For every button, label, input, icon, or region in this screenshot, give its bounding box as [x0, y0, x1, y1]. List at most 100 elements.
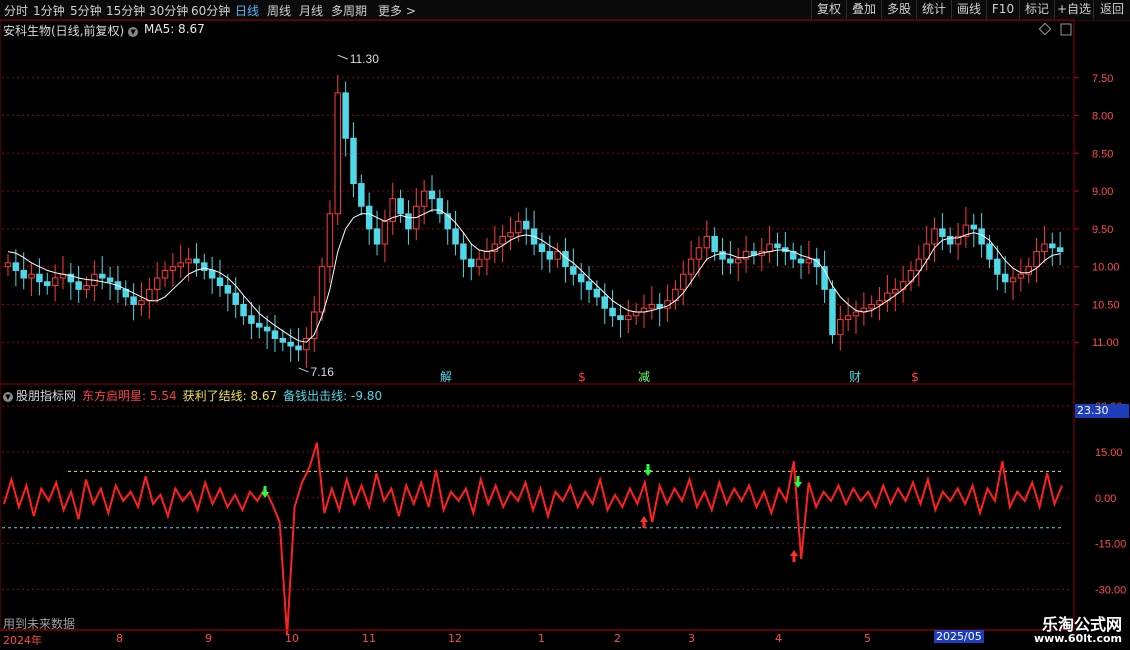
candle-down — [358, 183, 365, 207]
candle-down — [609, 307, 616, 317]
candle-up — [177, 262, 184, 268]
indicator-tick-label: 15.00 — [1095, 447, 1123, 459]
candle-down — [986, 243, 993, 260]
candle-down — [397, 198, 404, 215]
indicator-panel-frame — [0, 383, 1075, 631]
low-price-label: 7.16 — [311, 365, 335, 379]
indicator-name[interactable]: 股朋指标网 — [16, 389, 76, 403]
candle-down — [44, 281, 51, 287]
candle-down — [279, 337, 287, 343]
candle-down — [295, 345, 302, 351]
indicator-tick-label: 0.00 — [1095, 493, 1116, 505]
month-3: 3 — [688, 632, 695, 645]
candle-down — [36, 273, 43, 283]
candle-down — [106, 277, 114, 283]
candle-up — [28, 273, 35, 279]
candle-up — [868, 303, 875, 309]
event-mark[interactable]: $ — [578, 370, 586, 384]
chevron-down-icon[interactable]: ▼ — [128, 26, 139, 37]
series1-label: 东方启明星: 5.54 — [82, 389, 177, 403]
ma5-label: MA5: 8.67 — [144, 22, 205, 36]
candle-down — [428, 190, 436, 200]
candle-up — [161, 269, 169, 279]
candle-down — [263, 326, 271, 332]
series3-label: 备钱出击线: -9.80 — [283, 389, 383, 403]
candle-up — [554, 251, 561, 260]
candle-up — [648, 303, 656, 309]
candle-down — [373, 228, 381, 245]
candle-down — [405, 213, 412, 230]
candle-down — [593, 288, 601, 298]
diamond-icon[interactable] — [1038, 22, 1052, 36]
candle-up — [876, 300, 883, 305]
candle-down — [727, 258, 734, 264]
candle-up — [1017, 273, 1025, 279]
buy-signal-arrow-shape — [790, 550, 798, 562]
candle-up — [499, 235, 506, 245]
chart-canvas[interactable]: 11.00 10.50 10.00 9.50 9.00 8.50 8.00 7.50 3 0.00… — [0, 0, 1130, 650]
candle-down — [522, 220, 530, 230]
month-10: 10 — [285, 632, 299, 645]
panel-toggle-icon[interactable] — [1060, 23, 1072, 36]
watermark-url: www.60lt.com — [1033, 632, 1122, 645]
buy-signal-arrow-shape — [640, 516, 648, 528]
chevron-down-icon[interactable]: ▼ — [3, 391, 13, 402]
candle-down — [240, 303, 247, 317]
candle-down — [774, 243, 781, 249]
future-data-note: 用到未来数据 — [3, 617, 76, 631]
candle-down — [970, 224, 978, 230]
candle-up — [915, 258, 923, 271]
candle-down — [1049, 243, 1056, 249]
candle-down — [538, 243, 546, 253]
candle-up — [931, 228, 938, 245]
candle-down — [468, 258, 475, 268]
candle-down — [570, 266, 577, 275]
candle-down — [617, 315, 624, 321]
candle-up — [420, 190, 428, 207]
candle-down — [350, 137, 357, 185]
price-tick-label: 8.00 — [1092, 111, 1113, 123]
month-8: 8 — [116, 632, 123, 645]
candle-down — [208, 269, 216, 279]
date-end: 2025/05 — [934, 630, 984, 643]
candle-up — [483, 251, 491, 260]
candle-down — [271, 330, 279, 339]
stock-name: 安科生物(日线,前复权) — [3, 24, 125, 38]
series2-label: 获利了结线: 8.67 — [182, 389, 278, 403]
indicator-tick-label: -30.00 — [1095, 584, 1126, 596]
candle-up — [169, 266, 177, 271]
candle-down — [216, 277, 224, 287]
indicator-highlight-value: 23.30 — [1075, 404, 1129, 418]
candle-up — [1033, 251, 1040, 268]
candle-down — [193, 258, 200, 264]
price-tick-label: 9.00 — [1092, 186, 1113, 198]
candle-up — [138, 300, 145, 305]
candle-down — [711, 235, 718, 253]
candle-down — [994, 258, 1001, 275]
candle-up — [837, 319, 844, 336]
candle-down — [342, 92, 349, 139]
candle-down — [939, 228, 946, 237]
candle-up — [734, 258, 742, 264]
event-mark[interactable]: 解 — [440, 370, 452, 384]
candle-down — [256, 322, 263, 328]
sell-signal-arrow — [644, 464, 652, 476]
candle-down — [248, 315, 255, 324]
price-tick-label: 11.00 — [1092, 337, 1119, 349]
high-price-label: 11.30 — [350, 52, 379, 66]
candle-up — [4, 262, 12, 268]
stock-title[interactable]: 安科生物(日线,前复权) ▼ — [3, 22, 141, 39]
event-mark[interactable]: 减 — [638, 370, 650, 384]
candle-up — [625, 315, 632, 321]
month-1: 1 — [538, 632, 545, 645]
candle-up — [51, 277, 59, 287]
indicator-tick-label: -15.00 — [1095, 539, 1126, 551]
candle-down — [577, 273, 585, 283]
candle-down — [1001, 273, 1009, 283]
high-pointer — [337, 54, 348, 60]
event-mark[interactable]: $ — [911, 370, 919, 384]
candle-down — [797, 258, 805, 264]
candle-up — [185, 258, 192, 264]
candle-up — [695, 247, 703, 260]
event-mark[interactable]: 财 — [849, 370, 861, 384]
